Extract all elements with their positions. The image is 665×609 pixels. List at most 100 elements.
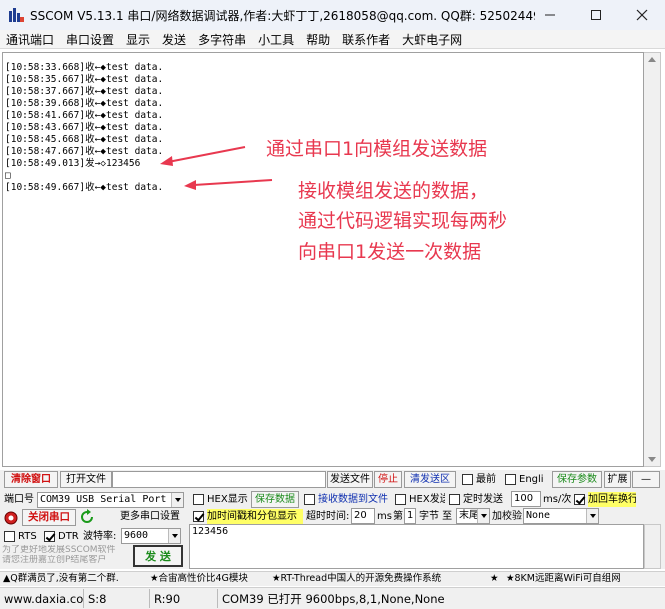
- english-label: Engli: [519, 474, 544, 485]
- ad-4g-module[interactable]: ★合宙高性价比4G模块: [150, 572, 248, 586]
- status-bar: www.daxia.com S:8 R:90 COM39 已打开 9600bps…: [0, 587, 665, 609]
- byte-end-value: 末尾: [459, 510, 479, 521]
- timed-send-checkbox[interactable]: [449, 494, 460, 505]
- close-port-button[interactable]: 关闭串口: [22, 509, 76, 526]
- timestamp-checkbox[interactable]: [193, 511, 204, 522]
- annotation-recv-3: 向串口1发送一次数据: [298, 241, 482, 263]
- scroll-down-icon[interactable]: [648, 457, 656, 462]
- clear-window-button[interactable]: 清除窗口: [4, 471, 58, 488]
- send-button[interactable]: 发 送: [133, 545, 183, 567]
- expand-button[interactable]: 扩展: [604, 471, 631, 488]
- receive-line: [10:58:43.667]收←◆test data.: [5, 122, 164, 133]
- chevron-down-icon[interactable]: [171, 493, 183, 507]
- window-title: SSCOM V5.13.1 串口/网络数据调试器,作者:大虾丁丁,2618058…: [30, 8, 535, 23]
- baud-select[interactable]: 9600: [121, 528, 181, 544]
- refresh-icon[interactable]: [79, 509, 95, 526]
- minimize-icon[interactable]: [527, 0, 573, 30]
- topmost-label: 最前: [476, 474, 496, 485]
- chevron-down-icon[interactable]: [477, 509, 489, 523]
- promo-text-1: 为了更好地发展SSCOM软件: [2, 545, 116, 555]
- menu-serial-settings[interactable]: 串口设置: [60, 31, 120, 48]
- maximize-icon[interactable]: [573, 0, 619, 30]
- status-port: COM39 已打开 9600bps,8,1,None,None: [222, 592, 445, 606]
- file-path-input[interactable]: [112, 471, 326, 488]
- annotation-recv-1: 接收模组发送的数据，: [298, 180, 489, 202]
- hex-send-label: HEX发送: [409, 494, 445, 505]
- ad-bar: ▲Q群满员了,没有第二个群. ★合宙高性价比4G模块 ★RT-Thread中国人…: [0, 571, 665, 586]
- timeout-input[interactable]: 20: [351, 508, 375, 524]
- annotation-recv-2: 通过代码逻辑实现每两秒: [298, 210, 508, 232]
- menu-send[interactable]: 发送: [156, 31, 192, 48]
- status-sent-count: S:8: [84, 589, 150, 608]
- receive-line: [10:58:33.668]收←◆test data.: [5, 62, 164, 73]
- english-checkbox[interactable]: [505, 474, 516, 485]
- more-settings-link[interactable]: 更多串口设置: [120, 509, 180, 524]
- status-site[interactable]: www.daxia.com: [0, 589, 84, 608]
- rts-label: RTS: [18, 531, 37, 542]
- recv-to-file-checkbox[interactable]: [304, 494, 315, 505]
- receive-line: [10:58:35.667]收←◆test data.: [5, 74, 164, 85]
- recv-to-file-label: 接收数据到文件: [318, 494, 388, 505]
- dtr-label: DTR: [58, 531, 79, 542]
- open-file-button[interactable]: 打开文件: [60, 471, 112, 488]
- hex-display-checkbox[interactable]: [193, 494, 204, 505]
- menu-contact-author[interactable]: 联系作者: [336, 31, 396, 48]
- byte-label-1: 第: [393, 511, 403, 522]
- checksum-label: 加校验: [492, 511, 522, 522]
- menu-comm-port[interactable]: 通讯端口: [0, 31, 60, 48]
- port-status-icon: [4, 511, 18, 525]
- byte-end-select[interactable]: 末尾: [456, 508, 490, 524]
- scroll-up-icon[interactable]: [648, 57, 656, 62]
- timeout-unit-label: ms: [377, 511, 392, 522]
- menu-daxia-site[interactable]: 大虾电子网: [396, 31, 468, 48]
- timed-send-label: 定时发送: [463, 494, 503, 505]
- send-scrollbar[interactable]: [644, 524, 661, 569]
- promo-text-2: 请您注册嘉立创P结尾客户: [2, 555, 107, 565]
- file-toolbar: 清除窗口 打开文件 发送文件 停止 清发送区 最前 Engli 保存参数 扩展 …: [0, 470, 665, 489]
- baud-select-value: 9600: [124, 530, 149, 541]
- menu-tools[interactable]: 小工具: [252, 31, 300, 48]
- interval-unit-label: ms/次: [543, 494, 572, 505]
- annotation-send: 通过串口1向模组发送数据: [266, 138, 488, 160]
- clear-send-button[interactable]: 清发送区: [404, 471, 456, 488]
- hex-display-label: HEX显示: [207, 494, 248, 505]
- port-select-value: COM39 USB Serial Port: [40, 494, 167, 505]
- title-bar: SSCOM V5.13.1 串口/网络数据调试器,作者:大虾丁丁,2618058…: [0, 0, 665, 30]
- close-icon[interactable]: [619, 0, 665, 30]
- menu-help[interactable]: 帮助: [300, 31, 336, 48]
- dtr-checkbox[interactable]: [44, 531, 55, 542]
- app-logo-icon: [8, 7, 24, 23]
- ad-qq-group[interactable]: ▲Q群满员了,没有第二个群.: [3, 572, 119, 586]
- chevron-down-icon[interactable]: [586, 509, 598, 523]
- receive-line: [10:58:41.667]收←◆test data.: [5, 110, 164, 121]
- receive-scrollbar[interactable]: [644, 52, 661, 467]
- menu-display[interactable]: 显示: [120, 31, 156, 48]
- port-select[interactable]: COM39 USB Serial Port: [37, 492, 184, 508]
- add-crlf-label: 加回车换行: [588, 492, 636, 507]
- collapse-button[interactable]: —: [632, 471, 660, 488]
- save-data-button[interactable]: 保存数据: [251, 491, 299, 508]
- ad-star: ★: [490, 573, 499, 584]
- byte-start-input[interactable]: 1: [404, 508, 416, 524]
- hex-send-checkbox[interactable]: [395, 494, 406, 505]
- topmost-checkbox[interactable]: [462, 474, 473, 485]
- menu-multi-string[interactable]: 多字符串: [192, 31, 252, 48]
- status-received-count: R:90: [150, 589, 218, 608]
- rts-checkbox[interactable]: [4, 531, 15, 542]
- checksum-select-value: None: [526, 510, 551, 521]
- send-file-button[interactable]: 发送文件: [327, 471, 373, 488]
- baud-label: 波特率:: [83, 531, 117, 542]
- timestamp-label: 加时间戳和分包显示: [207, 509, 303, 524]
- port-label: 端口号: [4, 494, 34, 505]
- stop-button[interactable]: 停止: [374, 471, 402, 488]
- ad-wifi[interactable]: ★8KM远距离WiFi可自组网: [506, 572, 621, 586]
- send-input[interactable]: 123456: [189, 524, 644, 569]
- receive-line: [10:58:39.668]收←◆test data.: [5, 98, 164, 109]
- save-params-button[interactable]: 保存参数: [552, 471, 602, 488]
- checksum-select[interactable]: None: [523, 508, 599, 524]
- add-crlf-checkbox[interactable]: [574, 494, 585, 505]
- ad-rt-thread[interactable]: ★RT-Thread中国人的开源免费操作系统: [272, 572, 441, 586]
- interval-input[interactable]: 100: [511, 491, 541, 507]
- chevron-down-icon[interactable]: [168, 529, 180, 543]
- send-text: 123456: [192, 526, 229, 537]
